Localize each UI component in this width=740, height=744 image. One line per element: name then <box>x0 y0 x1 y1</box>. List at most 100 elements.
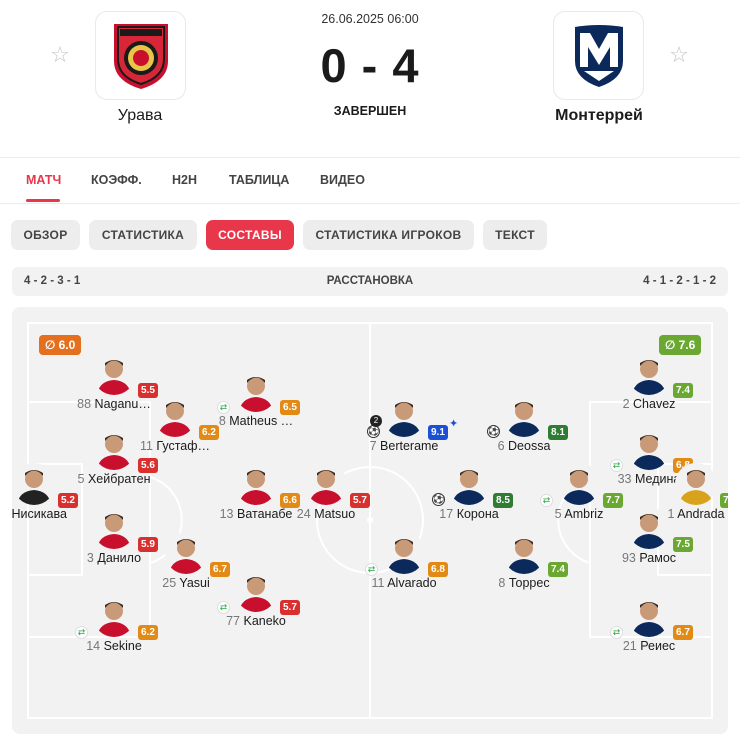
subtab-player-stats[interactable]: СТАТИСТИКА ИГРОКОВ <box>303 220 474 250</box>
player-rating: 8.5 <box>493 493 513 508</box>
player-avatar <box>93 595 135 637</box>
player-rating: 5.7 <box>280 600 300 615</box>
formation-title: РАССТАНОВКА <box>326 275 414 287</box>
player-number: 24 <box>296 507 311 521</box>
player-number: 21 <box>622 639 637 653</box>
player-rating: 6.2 <box>138 625 158 640</box>
player-avatar <box>628 353 670 395</box>
player-card[interactable]: 14 Sekine 6.2 ⇄ <box>49 595 179 655</box>
player-name-text: Deossa <box>508 439 551 453</box>
subtabs: ОБЗОР СТАТИСТИКА СОСТАВЫ СТАТИСТИКА ИГРО… <box>0 220 740 250</box>
tab-odds[interactable]: КОЭФФ. <box>91 173 142 187</box>
player-number: 11 <box>371 576 385 590</box>
player-avatar <box>305 463 347 505</box>
formation-bar: 4 - 2 - 3 - 1 РАССТАНОВКА 4 - 1 - 2 - 1 … <box>12 267 728 296</box>
average-symbol: ∅ <box>45 338 56 352</box>
tab-h2h[interactable]: H2H <box>172 173 197 187</box>
player-avatar <box>628 595 670 637</box>
match-tabs: МАТЧ КОЭФФ. H2H ТАБЛИЦА ВИДЕО <box>0 158 740 204</box>
subtab-lineups[interactable]: СОСТАВЫ <box>206 220 294 250</box>
player-name-text: Kaneko <box>243 614 286 628</box>
favorite-away-star-icon[interactable]: ☆ <box>668 44 690 66</box>
player-rating: 7.4 <box>720 493 728 508</box>
player-rating: 6.5 <box>280 400 300 415</box>
player-name: 77 Kaneko <box>191 614 321 628</box>
player-number: 8 <box>498 576 506 590</box>
player-number: 5 <box>554 507 562 521</box>
player-avatar <box>383 532 425 574</box>
player-rating: 6.8 <box>428 562 448 577</box>
player-avatar <box>448 463 490 505</box>
player-number: 3 <box>86 551 94 565</box>
player-rating: 7.4 <box>548 562 568 577</box>
player-rating: 9.1 <box>428 425 448 440</box>
player-name-text: Matsuo <box>314 507 356 521</box>
player-avatar <box>165 532 207 574</box>
player-avatar <box>503 395 545 437</box>
home-average-value: 6.0 <box>58 338 76 352</box>
player-avatar <box>503 532 545 574</box>
player-name: 7 Berterame <box>339 439 469 453</box>
substitution-icon: ⇄ <box>365 563 378 576</box>
away-team-logo[interactable] <box>553 11 644 100</box>
away-formation: 4 - 1 - 2 - 1 - 2 <box>643 275 716 287</box>
player-card[interactable]: 21 Реиес 6.7 ⇄ <box>584 595 714 655</box>
player-rating: 5.7 <box>350 493 370 508</box>
player-number: 7 <box>369 439 377 453</box>
tab-match[interactable]: МАТЧ <box>26 173 61 187</box>
player-number: 88 <box>77 397 92 411</box>
player-name: 14 Sekine <box>49 639 179 653</box>
player-rating: 7.5 <box>673 537 693 552</box>
player-number: 25 <box>162 576 177 590</box>
player-card[interactable]: 24 Matsuo 5.7 <box>261 463 391 523</box>
subtab-text[interactable]: ТЕКСТ <box>483 220 547 250</box>
player-number: 93 <box>621 551 636 565</box>
player-number: 17 <box>439 507 454 521</box>
subtab-statistics[interactable]: СТАТИСТИКА <box>89 220 197 250</box>
subtab-overview[interactable]: ОБЗОР <box>11 220 80 250</box>
home-average-rating: ∅ 6.0 <box>39 335 82 355</box>
player-avatar <box>13 463 55 505</box>
player-card[interactable]: 93 Рамос 7.5 <box>584 507 714 567</box>
away-average-value: 7.6 <box>678 338 696 352</box>
player-rating: 5.6 <box>138 458 158 473</box>
player-name: 93 Рамос <box>584 551 714 565</box>
substitution-icon: ⇄ <box>75 626 88 639</box>
player-name-text: Рамос <box>639 551 677 565</box>
player-name-text: Chavez <box>633 397 676 411</box>
goal-ball-icon: ⚽ <box>487 425 500 438</box>
player-name-text: Berterame <box>380 439 439 453</box>
player-name-text: Alvarado <box>387 576 437 590</box>
goal-count-badge: 2 <box>370 415 382 427</box>
player-card[interactable]: 8 Торрес 7.4 <box>459 532 589 592</box>
tab-video[interactable]: ВИДЕО <box>320 173 365 187</box>
player-avatar <box>235 570 277 612</box>
player-avatar <box>628 507 670 549</box>
goal-ball-icon: ⚽ <box>432 493 445 506</box>
away-average-rating: ∅ 7.6 <box>659 335 702 355</box>
player-card[interactable]: 6 Deossa 8.1 ⚽ <box>459 395 589 455</box>
player-name-text: Корона <box>456 507 499 521</box>
player-avatar <box>235 370 277 412</box>
away-team-name[interactable]: Монтеррей <box>529 107 669 125</box>
player-card[interactable]: 11 Alvarado 6.8 ⇄ <box>339 532 469 592</box>
active-tab-underline <box>26 199 60 202</box>
player-avatar <box>675 463 717 505</box>
player-rating: 6.7 <box>673 625 693 640</box>
player-rating: 5.2 <box>58 493 78 508</box>
pitch: ∅ 6.0 ∅ 7.6 88 Naganu… 5.5 8 Matheus … 6.5 ⇄… <box>12 307 728 734</box>
player-avatar <box>383 395 425 437</box>
player-card[interactable]: 7 Berterame 9.1 ⚽ 2 ✦ <box>339 395 469 455</box>
player-card[interactable]: 2 Chavez 7.4 <box>584 353 714 413</box>
player-rating: 8.1 <box>548 425 568 440</box>
average-symbol: ∅ <box>665 338 676 352</box>
player-card[interactable]: 77 Kaneko 5.7 ⇄ <box>191 570 321 630</box>
player-name-text: Sekine <box>103 639 142 653</box>
match-header: ☆ Урава 26.06.2025 06:00 0 - 4 ЗАВЕРШЕН … <box>0 0 740 158</box>
tab-table[interactable]: ТАБЛИЦА <box>229 173 289 187</box>
goal-ball-icon: ⚽ <box>367 425 380 438</box>
player-rating: 7.7 <box>603 493 623 508</box>
player-avatar <box>558 463 600 505</box>
player-name: 11 Alvarado <box>339 576 469 590</box>
player-name: 21 Реиес <box>584 639 714 653</box>
